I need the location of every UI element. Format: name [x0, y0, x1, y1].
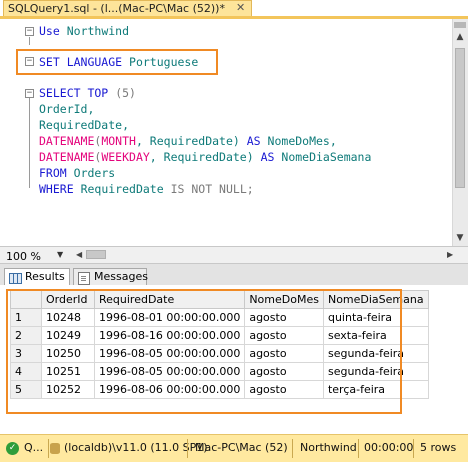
code-line-select: SELECT TOP (5) [39, 85, 136, 101]
user-name: Mac-PC\Mac (52) [195, 441, 288, 454]
identifier: Orders [73, 166, 116, 180]
function-arg: WEEKDAY [101, 150, 150, 164]
server-icon [50, 443, 60, 454]
tab-results[interactable]: Results [4, 268, 70, 286]
punct: ; [246, 182, 254, 196]
zoom-bar: 100 % ▼ ◀ ▶ [0, 246, 468, 263]
scroll-thumb[interactable] [455, 48, 465, 188]
identifier: NomeDiaSemana [281, 150, 372, 164]
scroll-down-icon[interactable]: ▼ [452, 231, 468, 245]
elapsed-time: 00:00:00 [364, 441, 414, 454]
keyword: FROM [39, 166, 67, 180]
code-line-where: WHERE RequiredDate IS NOT NULL; [39, 181, 254, 197]
identifier: , RequiredDate) [149, 150, 254, 164]
identifier: , RequiredDate) [135, 134, 240, 148]
function-arg: MONTH [101, 134, 136, 148]
literal: (5) [115, 86, 136, 100]
status-bar: ✓ Q... (localdb)\v11.0 (11.0 SP1) Mac-PC… [0, 434, 468, 462]
outline-line [29, 37, 30, 45]
divider [187, 439, 188, 458]
horizontal-scroll-thumb[interactable] [86, 250, 106, 259]
result-highlight-box [6, 289, 402, 414]
operator: IS NOT NULL [170, 182, 247, 196]
identifier: RequiredDate [80, 182, 164, 196]
close-icon[interactable]: ✕ [236, 1, 245, 14]
keyword: AS [260, 150, 275, 164]
identifier: Northwind [66, 24, 130, 38]
document-tab-title: SQLQuery1.sql - (l...(Mac-PC\Mac (52))* [8, 2, 225, 15]
keyword: SELECT TOP [39, 86, 109, 100]
function: DATENAME [39, 134, 95, 148]
database-name: Northwind [300, 441, 357, 454]
collapse-icon[interactable]: − [25, 89, 34, 98]
divider [48, 439, 49, 458]
collapse-icon[interactable]: − [25, 27, 34, 36]
chevron-down-icon[interactable]: ▼ [57, 250, 63, 259]
grid-icon [9, 273, 22, 284]
code-line-use: Use Northwind [39, 23, 129, 39]
document-tab[interactable]: SQLQuery1.sql - (l...(Mac-PC\Mac (52))* … [3, 0, 252, 16]
scroll-right-icon[interactable]: ▶ [447, 250, 453, 259]
code-line-datename-month: DATENAME(MONTH, RequiredDate) AS NomeDoM… [39, 133, 337, 149]
keyword: Use [39, 24, 60, 38]
keyword: WHERE [39, 182, 74, 196]
splitter-handle[interactable] [454, 22, 466, 28]
code-line-requireddate: RequiredDate, [39, 118, 130, 132]
outline-line [29, 98, 30, 188]
highlight-box [16, 49, 218, 75]
row-count: 5 rows [420, 441, 457, 454]
code-line-datename-weekday: DATENAME(WEEKDAY, RequiredDate) AS NomeD… [39, 149, 371, 165]
tab-messages[interactable]: Messages [73, 268, 148, 286]
scroll-left-icon[interactable]: ◀ [76, 250, 82, 259]
zoom-select[interactable]: 100 % [6, 250, 41, 263]
code-line-from: FROM Orders [39, 165, 115, 181]
identifier: NomeDoMes, [267, 134, 337, 148]
divider [358, 439, 359, 458]
tab-results-label: Results [25, 270, 65, 283]
success-icon: ✓ [6, 442, 19, 455]
function: DATENAME [39, 150, 95, 164]
scroll-up-icon[interactable]: ▲ [452, 30, 468, 44]
divider [413, 439, 414, 458]
keyword: AS [246, 134, 261, 148]
query-status: Q... [24, 441, 44, 454]
messages-icon [78, 272, 90, 285]
tab-messages-label: Messages [94, 270, 148, 283]
code-line-orderid: OrderId, [39, 102, 95, 116]
divider [292, 439, 293, 458]
result-tabs: Results Messages [0, 263, 468, 286]
